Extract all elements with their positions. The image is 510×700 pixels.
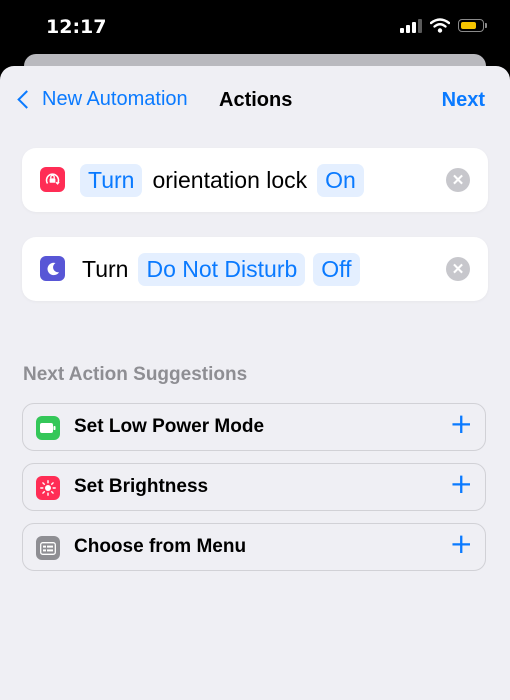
status-icons xyxy=(400,18,487,33)
menu-icon xyxy=(36,536,60,560)
suggestion-set-low-power-mode[interactable]: Set Low Power Mode + xyxy=(22,403,486,451)
close-icon: ✕ xyxy=(451,260,465,278)
brightness-icon xyxy=(36,476,60,500)
back-button-label: New Automation xyxy=(42,88,188,110)
actions-sheet: New Automation Actions Next Turn orienta… xyxy=(0,66,510,700)
suggestion-label: Choose from Menu xyxy=(74,536,247,557)
navigation-bar: New Automation Actions Next xyxy=(0,66,510,136)
remove-action-button[interactable]: ✕ xyxy=(446,257,470,281)
action-sentence: Turn Do Not Disturb Off xyxy=(80,251,360,287)
suggestions-header: Next Action Suggestions xyxy=(23,364,248,385)
do-not-disturb-token[interactable]: Do Not Disturb xyxy=(138,252,306,286)
action-card-do-not-disturb: Turn Do Not Disturb Off ✕ xyxy=(22,237,488,301)
status-time: 12:17 xyxy=(46,16,107,38)
battery-status-icon xyxy=(458,19,487,32)
on-value-token[interactable]: On xyxy=(317,163,364,197)
chevron-left-icon xyxy=(17,90,36,109)
action-card-orientation-lock: Turn orientation lock On ✕ xyxy=(22,148,488,212)
suggestion-choose-from-menu[interactable]: Choose from Menu + xyxy=(22,523,486,571)
cellular-signal-icon xyxy=(400,18,422,33)
add-icon[interactable]: + xyxy=(450,470,473,498)
remove-action-button[interactable]: ✕ xyxy=(446,168,470,192)
orientation-lock-text: orientation lock xyxy=(152,166,308,193)
wifi-icon xyxy=(430,18,450,33)
off-value-token[interactable]: Off xyxy=(313,252,360,286)
add-icon[interactable]: + xyxy=(450,530,473,558)
battery-icon xyxy=(36,416,60,440)
suggestion-set-brightness[interactable]: Set Brightness + xyxy=(22,463,486,511)
status-bar: 12:17 xyxy=(0,0,510,58)
action-sentence: Turn orientation lock On xyxy=(80,162,364,198)
suggestion-label: Set Brightness xyxy=(74,476,209,497)
suggestion-label: Set Low Power Mode xyxy=(74,416,265,437)
close-icon: ✕ xyxy=(451,171,465,189)
next-button[interactable]: Next xyxy=(442,89,485,112)
orientation-lock-icon xyxy=(40,167,65,192)
moon-icon xyxy=(40,256,65,281)
turn-text: Turn xyxy=(82,255,129,282)
turn-token[interactable]: Turn xyxy=(80,163,143,197)
back-button[interactable]: New Automation xyxy=(14,88,188,111)
page-title: Actions xyxy=(219,89,293,111)
add-icon[interactable]: + xyxy=(450,410,473,438)
